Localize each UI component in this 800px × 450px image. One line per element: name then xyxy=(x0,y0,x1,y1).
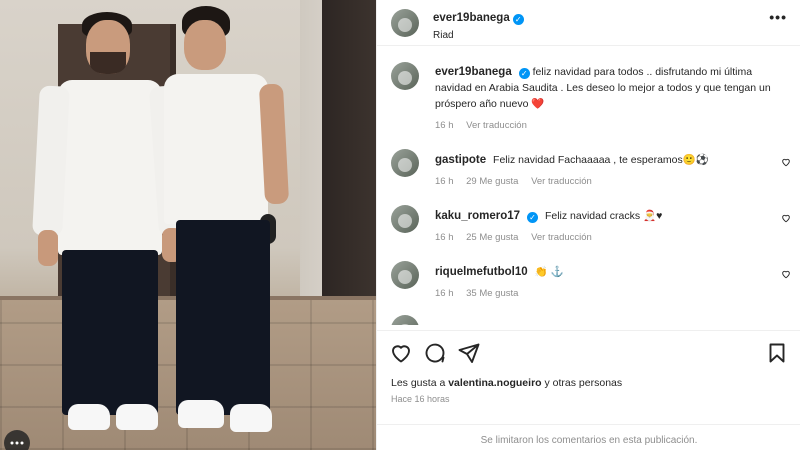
post-panel: ever19banega ✓ Riad ••• ever19banega ✓ fel… xyxy=(376,0,800,450)
caption-time: 16 h xyxy=(435,120,454,131)
like-comment-heart-icon[interactable] xyxy=(781,213,791,223)
caption-username[interactable]: ever19banega xyxy=(435,66,512,78)
posted-ago[interactable]: Hace 16 horas xyxy=(391,394,450,404)
comment-text: 👏 ⚓ xyxy=(534,266,564,278)
caption-emoji: ❤️ xyxy=(531,98,545,110)
comment-time: 16 h xyxy=(435,176,454,187)
comment-translate-link[interactable]: Ver traducción xyxy=(531,176,592,187)
comment-translate-link[interactable]: Ver traducción xyxy=(531,232,592,243)
likes-user[interactable]: valentina.nogueiro xyxy=(448,377,541,389)
comment-time: 16 h xyxy=(435,232,454,243)
post-location[interactable]: Riad xyxy=(433,30,524,41)
comments-limited-notice: Se limitaron los comentarios en esta pub… xyxy=(377,424,800,450)
comment-username[interactable]: kaku_romero17 xyxy=(435,210,520,222)
comment-bubble-icon[interactable] xyxy=(423,341,447,365)
post-actions-bar xyxy=(377,330,800,374)
caption-translate-link[interactable]: Ver traducción xyxy=(466,120,527,131)
more-dots-icon xyxy=(10,441,24,445)
post-header: ever19banega ✓ Riad ••• xyxy=(377,0,800,46)
likes-prefix: Les gusta a xyxy=(391,377,446,389)
likes-suffix[interactable]: y otras personas xyxy=(545,377,623,389)
more-options-button[interactable]: ••• xyxy=(769,9,787,25)
comment-text: Feliz navidad cracks 🎅♥ xyxy=(544,210,663,222)
comments-list: ever19banega ✓ feliz navidad para todos .… xyxy=(377,47,800,325)
avatar[interactable] xyxy=(391,261,419,289)
comment-likes[interactable]: 29 Me gusta xyxy=(466,176,518,187)
avatar[interactable] xyxy=(391,62,419,90)
like-comment-heart-icon[interactable] xyxy=(781,269,791,279)
avatar[interactable] xyxy=(391,205,419,233)
avatar[interactable] xyxy=(391,149,419,177)
comment-text: Feliz navidad Fachaaaaa , te esperamos🙂⚽ xyxy=(493,154,709,166)
comment-username[interactable]: riquelmefutbol10 xyxy=(435,266,528,278)
comment-likes[interactable]: 35 Me gusta xyxy=(466,288,518,299)
dark-door xyxy=(322,0,376,330)
post-username[interactable]: ever19banega xyxy=(433,12,510,24)
verified-icon: ✓ xyxy=(518,68,530,79)
post-photo[interactable] xyxy=(0,0,376,450)
like-heart-icon[interactable] xyxy=(389,341,413,365)
comment-username[interactable]: gastipote xyxy=(435,154,486,166)
save-bookmark-icon[interactable] xyxy=(765,341,789,365)
avatar[interactable] xyxy=(391,9,419,37)
comment-likes[interactable]: 25 Me gusta xyxy=(466,232,518,243)
likes-summary[interactable]: Les gusta a valentina.nogueiro y otras p… xyxy=(391,377,622,389)
like-comment-heart-icon[interactable] xyxy=(781,157,791,167)
comment-time: 16 h xyxy=(435,288,454,299)
avatar[interactable] xyxy=(391,315,419,325)
verified-icon: ✓ xyxy=(512,14,524,25)
share-paper-plane-icon[interactable] xyxy=(457,341,481,365)
photo-options-button[interactable] xyxy=(4,430,30,450)
verified-icon: ✓ xyxy=(527,212,539,223)
